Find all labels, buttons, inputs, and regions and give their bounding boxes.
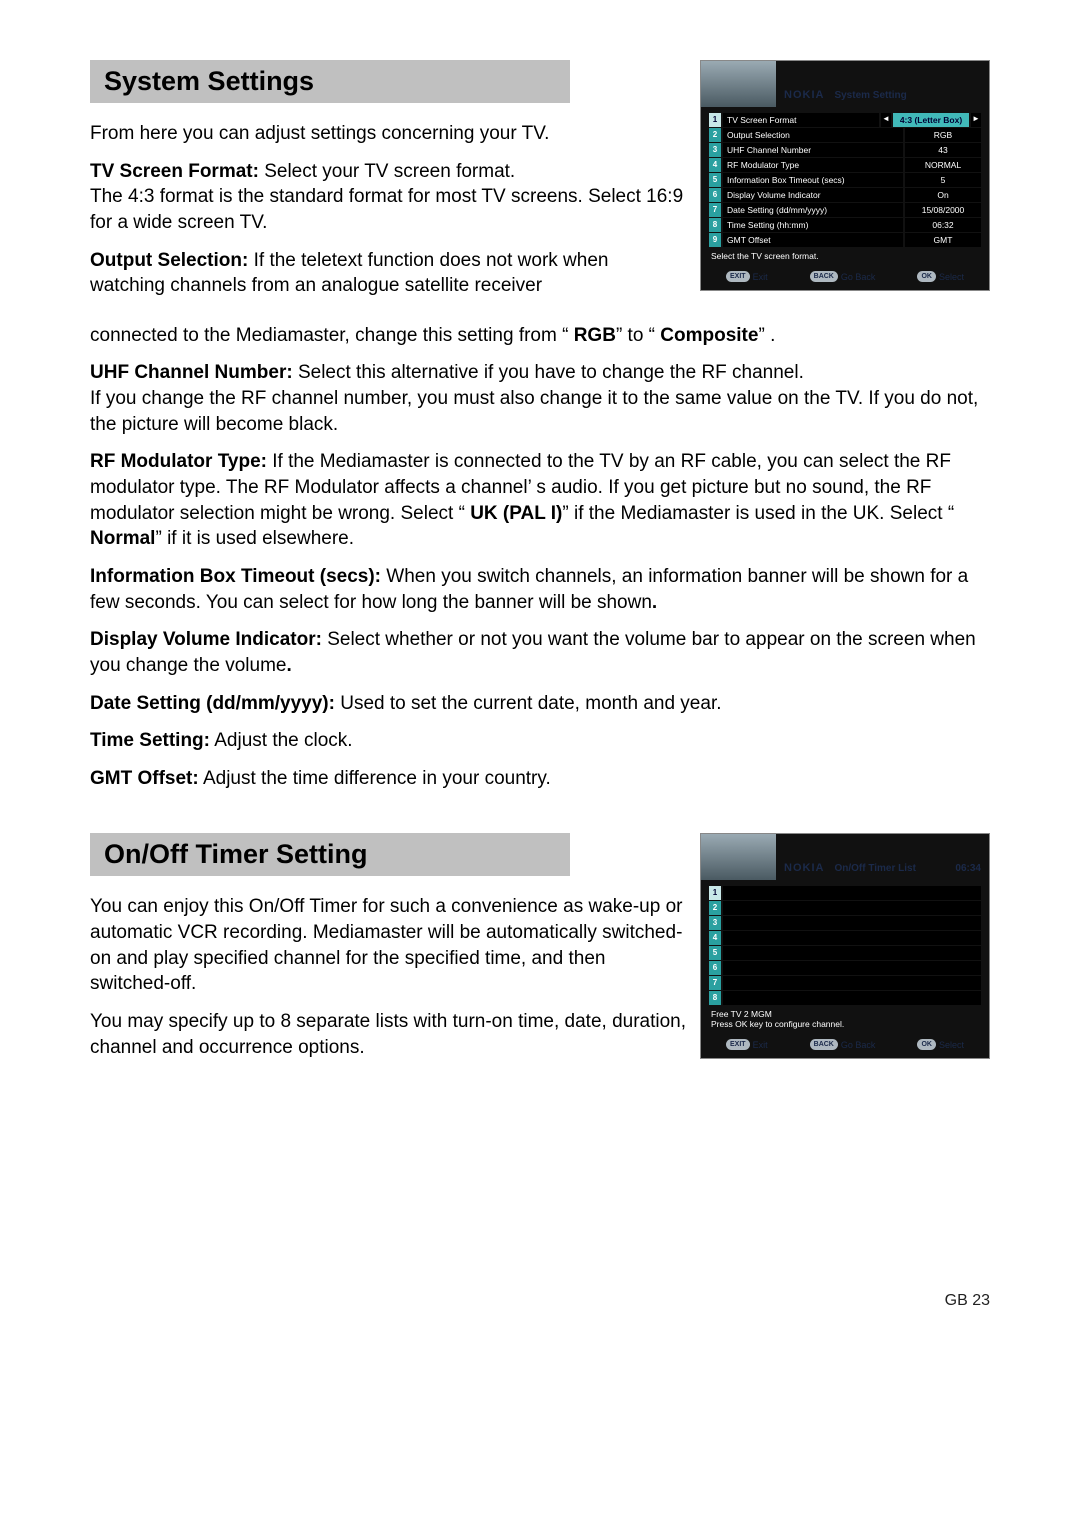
tv-screen-format-label: TV Screen Format: (90, 161, 259, 182)
system-intro: From here you can adjust settings concer… (90, 121, 686, 147)
vol-indicator-para: Display Volume Indicator: Select whether… (90, 627, 990, 678)
select-button[interactable]: OKSelect (917, 1039, 964, 1050)
timer-row-3[interactable]: 3Timer Undefined (709, 916, 981, 930)
timer-para-2: You may specify up to 8 separate lists w… (90, 1009, 686, 1060)
info-timeout-label: Information Box Timeout (secs): (90, 566, 381, 587)
tv-fade-graphic (701, 61, 776, 107)
output-selection-label: Output Selection: (90, 250, 248, 271)
tv-row-5[interactable]: 5Information Box Timeout (secs)5 (709, 173, 981, 187)
timer-section-row: On/Off Timer Setting You can enjoy this … (90, 833, 990, 1072)
back-button[interactable]: BACKGo Back (810, 1039, 876, 1050)
right-arrow-icon[interactable]: ► (971, 113, 981, 127)
tv-hint-1: Free TV 2 MGM (709, 1009, 981, 1019)
rf-label: RF Modulator Type: (90, 451, 267, 472)
tv-screenshot-timer-list: NOKIA On/Off Timer List 06:34 115/08/200… (700, 833, 990, 1059)
gmt-label: GMT Offset: (90, 768, 199, 789)
tv-screen-format-para: TV Screen Format: Select your TV screen … (90, 159, 686, 236)
timer-row-4[interactable]: 4Timer Undefined (709, 931, 981, 945)
back-icon: BACK (810, 271, 838, 282)
uhf-label: UHF Channel Number: (90, 362, 293, 383)
timer-row-6[interactable]: 6Timer Undefined (709, 961, 981, 975)
ok-icon: OK (917, 1039, 936, 1050)
tv-row-6[interactable]: 6Display Volume IndicatorOn (709, 188, 981, 202)
tv-row-4[interactable]: 4RF Modulator TypeNORMAL (709, 158, 981, 172)
tv-brand: NOKIA (784, 89, 824, 101)
tv-screen-title: On/Off Timer List (834, 863, 916, 874)
tv-row-2[interactable]: 2Output SelectionRGB (709, 128, 981, 142)
rf-para: RF Modulator Type: If the Mediamaster is… (90, 449, 990, 552)
timer-row-5[interactable]: 5Timer Undefined (709, 946, 981, 960)
gmt-para: GMT Offset: Adjust the time difference i… (90, 766, 990, 792)
exit-button[interactable]: EXITExit (726, 271, 768, 282)
back-button[interactable]: BACKGo Back (810, 271, 876, 282)
tv-row-1[interactable]: 1TV Screen Format◄4:3 (Letter Box)► (709, 113, 981, 127)
time-para: Time Setting: Adjust the clock. (90, 728, 990, 754)
exit-icon: EXIT (726, 271, 750, 282)
tv-row-9[interactable]: 9GMT OffsetGMT (709, 233, 981, 247)
info-timeout-para: Information Box Timeout (secs): When you… (90, 564, 990, 615)
uhf-para: UHF Channel Number: Select this alternat… (90, 360, 990, 437)
output-selection-para-2: connected to the Mediamaster, change thi… (90, 323, 990, 349)
back-icon: BACK (810, 1039, 838, 1050)
left-arrow-icon[interactable]: ◄ (881, 113, 891, 127)
exit-button[interactable]: EXITExit (726, 1039, 768, 1050)
section-title-timer: On/Off Timer Setting (90, 833, 570, 876)
tv-row-7[interactable]: 7Date Setting (dd/mm/yyyy)15/08/2000 (709, 203, 981, 217)
time-label: Time Setting: (90, 730, 210, 751)
manual-page: System Settings From here you can adjust… (0, 0, 1080, 1350)
tv-settings-list: 1TV Screen Format◄4:3 (Letter Box)► 2Out… (709, 113, 981, 247)
tv-brand: NOKIA (784, 862, 824, 874)
ok-icon: OK (917, 271, 936, 282)
tv-row-3[interactable]: 3UHF Channel Number43 (709, 143, 981, 157)
tv-action-bar: EXITExit BACKGo Back OKSelect (701, 265, 989, 290)
system-settings-header-row: System Settings From here you can adjust… (90, 60, 990, 311)
tv-action-bar: EXITExit BACKGo Back OKSelect (701, 1033, 989, 1058)
vol-label: Display Volume Indicator: (90, 629, 322, 650)
output-selection-para-1: Output Selection: If the teletext functi… (90, 248, 686, 299)
tv-timer-list: 115/08/2000 07:00 (00:30) O XTV 215/08/2… (709, 886, 981, 1005)
tv-screenshot-system-setting: NOKIA System Setting 1TV Screen Format◄4… (700, 60, 990, 291)
tv-fade-graphic (701, 834, 776, 880)
timer-row-2[interactable]: 215/08/2000 11:00 (00:30) MGM (709, 901, 981, 915)
date-label: Date Setting (dd/mm/yyyy): (90, 693, 335, 714)
exit-icon: EXIT (726, 1039, 750, 1050)
tv-clock: 06:34 (955, 863, 981, 874)
page-number: GB 23 (90, 1292, 990, 1310)
tv-row-8[interactable]: 8Time Setting (hh:mm)06:32 (709, 218, 981, 232)
tv-hint-2: Press OK key to configure channel. (709, 1019, 981, 1029)
timer-row-8[interactable]: 8Timer Undefined (709, 991, 981, 1005)
tv-screen-title: System Setting (834, 90, 906, 101)
date-para: Date Setting (dd/mm/yyyy): Used to set t… (90, 691, 990, 717)
timer-row-1[interactable]: 115/08/2000 07:00 (00:30) O XTV (709, 886, 981, 900)
timer-row-7[interactable]: 7Timer Undefined (709, 976, 981, 990)
section-title-system: System Settings (90, 60, 570, 103)
timer-para-1: You can enjoy this On/Off Timer for such… (90, 894, 686, 997)
tv-hint: Select the TV screen format. (709, 251, 981, 261)
select-button[interactable]: OKSelect (917, 271, 964, 282)
